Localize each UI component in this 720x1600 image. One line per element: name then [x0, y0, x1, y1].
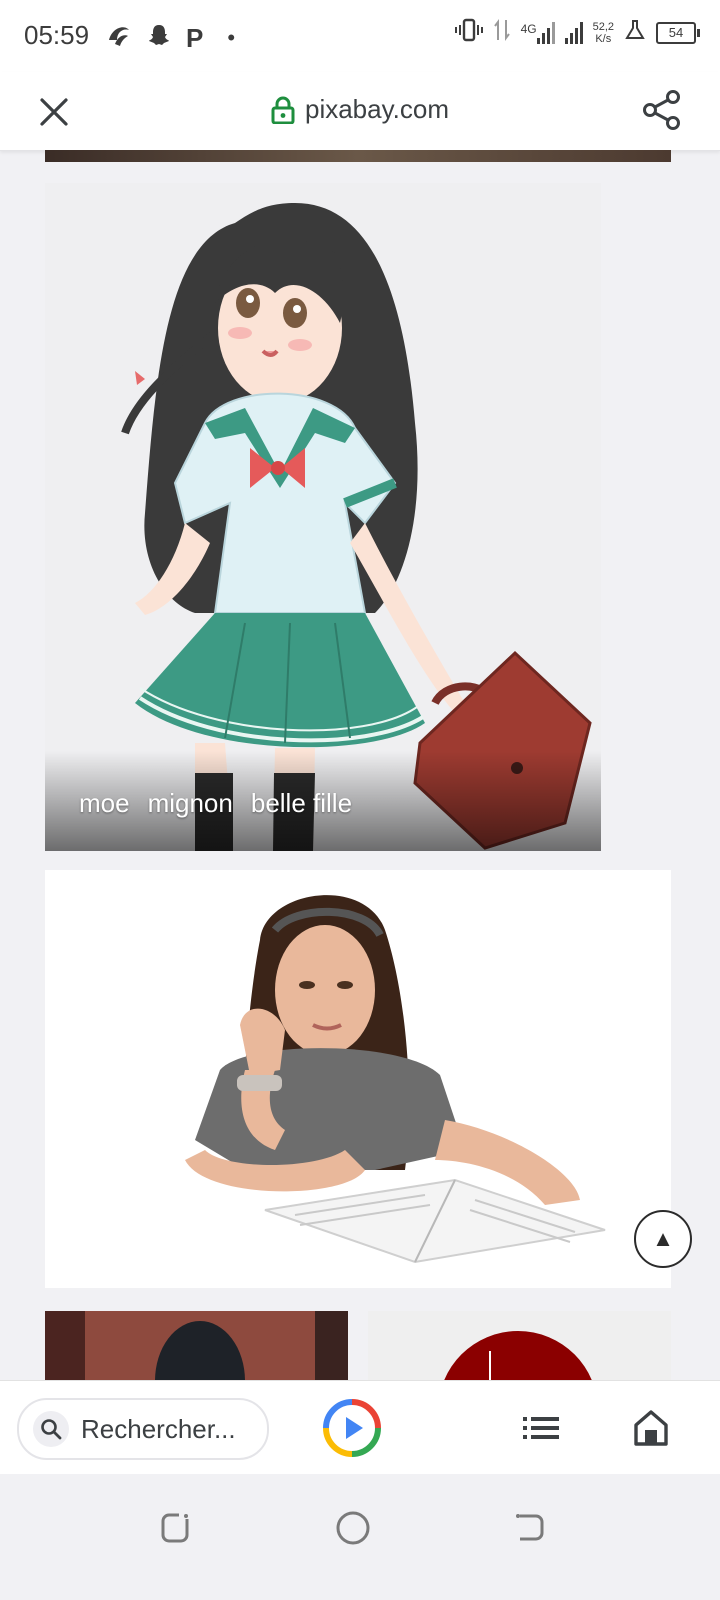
triangle-up-icon: ▲	[652, 1226, 674, 1251]
dot-icon: •	[227, 24, 236, 50]
home-icon	[634, 1410, 668, 1446]
girl-studying-image	[45, 870, 671, 1288]
p-app-icon: P	[186, 22, 204, 53]
data-transfer-icon	[493, 18, 511, 47]
scroll-to-top-button[interactable]: ▲	[634, 1210, 692, 1268]
google-play-circle-icon	[323, 1399, 381, 1457]
previous-result-image[interactable]	[45, 150, 671, 162]
tag-link[interactable]: moe	[79, 788, 130, 819]
browser-top-bar: pixabay.com	[0, 72, 720, 151]
search-icon	[33, 1411, 69, 1447]
share-button[interactable]	[638, 86, 686, 134]
tag-link[interactable]: mignon	[148, 788, 233, 819]
status-bar: 05:59 P • 4G 52,2 K/s 54	[0, 0, 720, 72]
result-card-hooded-person[interactable]	[45, 1311, 348, 1380]
tag-overlay: moe mignon belle fille	[45, 751, 601, 851]
share-icon	[643, 90, 680, 130]
back-button[interactable]	[505, 1504, 553, 1552]
back-icon	[516, 1514, 544, 1541]
system-navigation-bar	[0, 1474, 720, 1600]
circle-home-icon	[336, 1511, 370, 1545]
bottom-toolbar	[0, 1380, 720, 1475]
status-notification-icons: P •	[106, 22, 235, 53]
google-lens-button[interactable]	[322, 1398, 382, 1458]
red-circle-image	[368, 1311, 671, 1380]
beaker-icon	[624, 19, 646, 46]
search-box[interactable]	[17, 1398, 269, 1460]
network-speed-value: 52,2	[592, 20, 614, 33]
tabs-list-button[interactable]	[518, 1405, 564, 1451]
vibrate-icon	[454, 18, 483, 47]
recent-apps-button[interactable]	[152, 1504, 200, 1552]
hooded-person-image	[45, 1311, 348, 1380]
snapchat-icon	[146, 22, 172, 53]
signal-strength-icon	[564, 21, 583, 44]
result-card-girl-studying[interactable]	[45, 870, 671, 1288]
network-speed-unit: K/s	[595, 32, 612, 45]
signal-4g-icon: 4G	[520, 21, 555, 44]
search-input[interactable]	[79, 1412, 263, 1446]
status-system-icons: 4G 52,2 K/s 54	[454, 18, 700, 47]
recents-icon	[161, 1513, 189, 1543]
result-card-red-circle[interactable]	[368, 1311, 671, 1380]
result-card-anime-girl[interactable]: moe mignon belle fille	[45, 183, 601, 851]
search-results-grid: moe mignon belle fille ▲	[0, 150, 720, 1380]
home-button[interactable]	[626, 1403, 676, 1453]
battery-indicator: 54	[656, 21, 700, 44]
swirl-app-icon	[106, 22, 132, 53]
tag-list: moe mignon belle fille	[79, 788, 352, 819]
url-text: pixabay.com	[304, 94, 450, 124]
status-time: 05:59	[24, 20, 90, 50]
tag-link[interactable]: belle fille	[251, 788, 352, 819]
home-nav-button[interactable]	[329, 1504, 377, 1552]
url-bar[interactable]: pixabay.com	[0, 94, 720, 129]
list-icon	[523, 1417, 559, 1439]
network-type: 4G	[520, 21, 537, 36]
lock-icon	[271, 96, 295, 124]
network-speed: 52,2 K/s	[593, 21, 614, 45]
